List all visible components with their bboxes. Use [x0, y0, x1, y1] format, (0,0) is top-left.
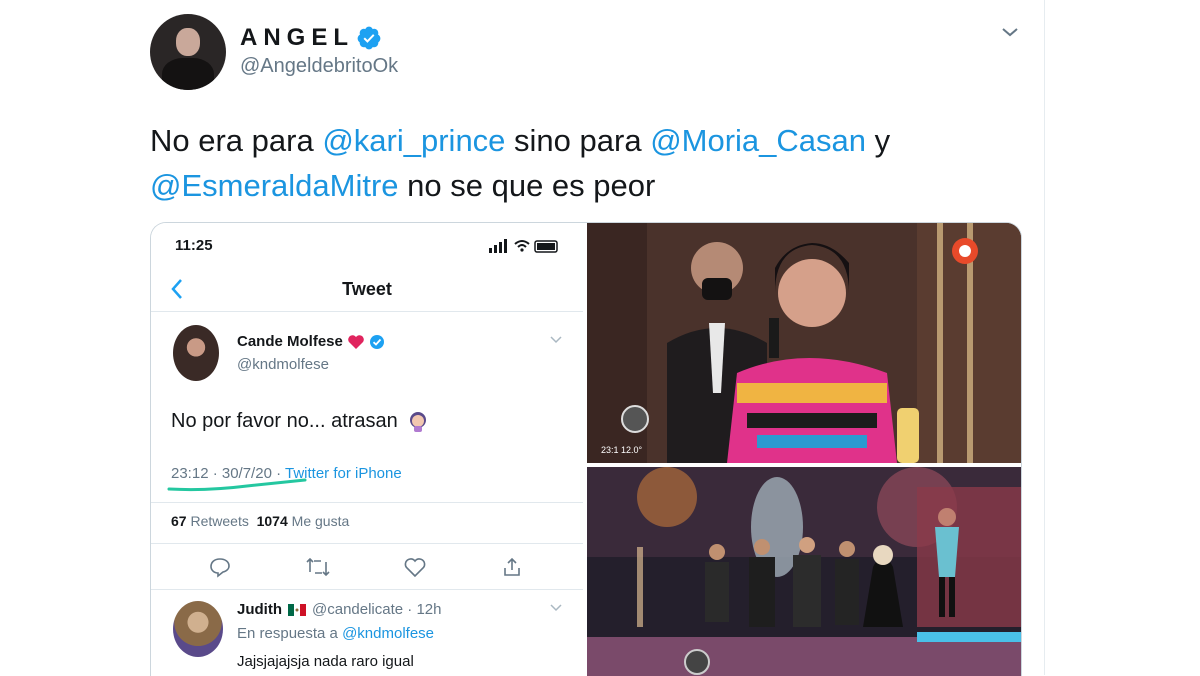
divider: [151, 502, 583, 503]
inner-name[interactable]: Cande Molfese: [237, 333, 343, 350]
inner-avatar[interactable]: [173, 325, 219, 381]
author-name[interactable]: ANGEL: [240, 24, 354, 52]
reply-handle[interactable]: @candelicate · 12h: [312, 601, 441, 618]
reply-icon[interactable]: [209, 556, 231, 578]
inner-tweet-body: No por favor no... atrasan: [171, 409, 398, 432]
studio-photo-art: [587, 467, 1021, 676]
tweet-text-segment: No era para: [150, 123, 323, 158]
reply-to-label: En respuesta a: [237, 625, 338, 642]
reply-name[interactable]: Judith: [237, 601, 282, 618]
author-handle[interactable]: @AngeldebritoOk: [240, 55, 398, 78]
likes-label[interactable]: Me gusta: [292, 513, 350, 529]
tweet-text-segment: y: [866, 123, 891, 158]
retweets-label[interactable]: Retweets: [190, 513, 248, 529]
mention-link[interactable]: @Moria_Casan: [650, 123, 866, 158]
highlight-underline: [167, 478, 307, 492]
media-photo-stage[interactable]: 23:1 12.0°: [587, 223, 1021, 463]
verified-badge-icon: [369, 334, 384, 349]
author-name-row[interactable]: ANGEL: [240, 24, 382, 52]
tweet-text: No era para @kari_prince sino para @Mori…: [150, 118, 1030, 208]
media-photo-studio[interactable]: [587, 467, 1021, 676]
likes-count: 1074: [256, 513, 288, 529]
inner-handle[interactable]: @kndmolfese: [237, 356, 329, 373]
status-time: 11:25: [175, 237, 213, 254]
inner-name-row[interactable]: Cande Molfese: [237, 333, 385, 350]
divider: [151, 311, 583, 312]
stage-photo-art: [587, 223, 1021, 463]
screen-title: Tweet: [342, 279, 392, 299]
retweets-count: 67: [171, 513, 187, 529]
chevron-down-icon[interactable]: [1000, 22, 1020, 42]
mexico-flag-icon: [288, 603, 306, 616]
timeline-border: [1044, 0, 1045, 675]
tv-overlay-clock: 23:1 12.0°: [601, 445, 643, 455]
author-avatar[interactable]: [150, 14, 226, 90]
facepalm-emoji-icon: [409, 412, 426, 432]
reply-avatar[interactable]: [173, 601, 223, 657]
tweet-media[interactable]: 11:25 Tweet Cande Molfese @kndmolfese No…: [150, 222, 1022, 676]
inner-tweet-text: No por favor no... atrasan: [171, 409, 430, 433]
tweet-stats: 67 Retweets 1074 Me gusta: [171, 513, 349, 529]
divider: [151, 543, 583, 544]
reply-to-line: En respuesta a @kndmolfese: [237, 625, 434, 642]
divider: [151, 589, 583, 590]
tweet-text-segment: no se que es peor: [398, 168, 656, 203]
reply-name-row[interactable]: Judith @candelicate · 12h: [237, 601, 441, 618]
tweet-text-segment: sino para: [505, 123, 651, 158]
media-screenshot[interactable]: 11:25 Tweet Cande Molfese @kndmolfese No…: [151, 223, 583, 676]
verified-badge-icon: [357, 26, 381, 50]
status-bar-icons: [489, 239, 558, 253]
mention-link[interactable]: @EsmeraldaMitre: [150, 168, 399, 203]
share-icon[interactable]: [501, 556, 523, 578]
mention-link[interactable]: @kari_prince: [322, 123, 505, 158]
like-icon[interactable]: [403, 556, 427, 578]
chevron-down-icon[interactable]: [549, 603, 563, 613]
chevron-down-icon[interactable]: [549, 335, 563, 345]
heart-emoji-icon: [348, 334, 364, 349]
reply-to-handle[interactable]: @kndmolfese: [342, 625, 434, 642]
reply-text: Jajsjajajsja nada raro igual: [237, 653, 414, 670]
retweet-icon[interactable]: [305, 556, 331, 578]
